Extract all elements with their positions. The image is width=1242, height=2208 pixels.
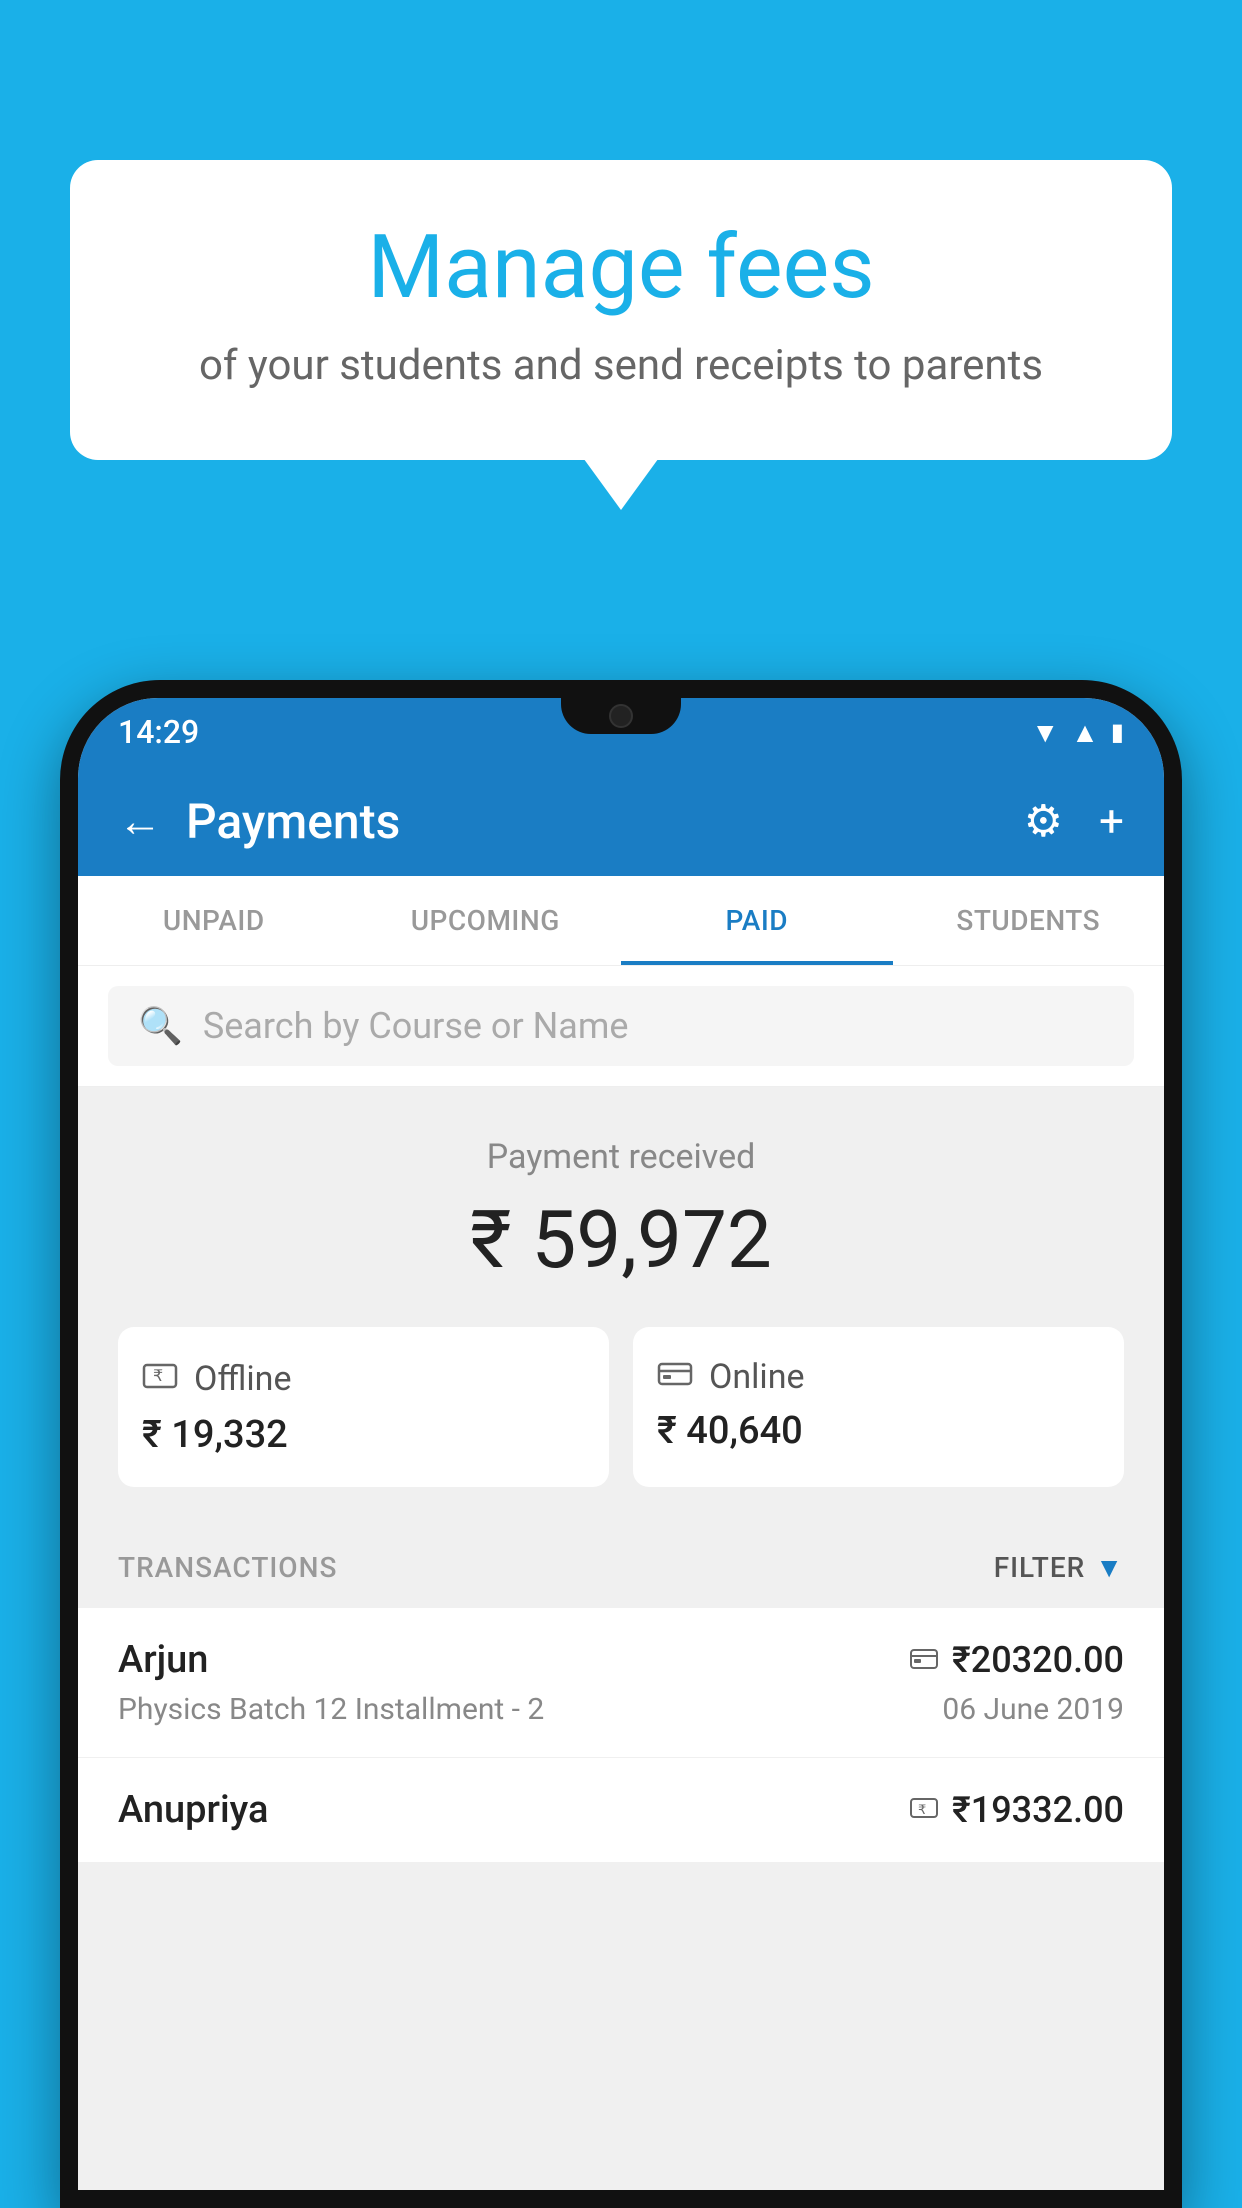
search-bar[interactable]: 🔍 Search by Course or Name [108, 986, 1134, 1066]
transaction-name-1: Arjun [118, 1638, 208, 1682]
search-container: 🔍 Search by Course or Name [78, 966, 1164, 1087]
online-amount: ₹ 40,640 [657, 1409, 1100, 1453]
signal-icon: ▲ [1071, 716, 1099, 749]
filter-button[interactable]: FILTER ▼ [994, 1551, 1124, 1584]
payment-received-label: Payment received [118, 1137, 1124, 1177]
payment-cards: ₹ Offline ₹ 19,332 [118, 1327, 1124, 1487]
bubble-title: Manage fees [150, 220, 1092, 317]
wifi-icon: ▼ [1031, 716, 1059, 749]
app-bar: ← Payments ⚙ + [78, 766, 1164, 876]
payment-summary: Payment received ₹ 59,972 ₹ [78, 1087, 1164, 1527]
transaction-amount-1: ₹20320.00 [952, 1639, 1124, 1681]
search-icon: 🔍 [138, 1005, 183, 1047]
settings-icon[interactable]: ⚙ [1024, 795, 1063, 847]
speech-bubble: Manage fees of your students and send re… [70, 160, 1172, 460]
transaction-name-2: Anupriya [118, 1788, 268, 1832]
transaction-date-1: 06 June 2019 [942, 1692, 1124, 1727]
filter-label: FILTER [994, 1551, 1086, 1584]
online-icon [657, 1358, 693, 1396]
transactions-label: TRANSACTIONS [118, 1551, 337, 1584]
tab-students[interactable]: STUDENTS [893, 876, 1165, 965]
offline-label: Offline [194, 1359, 291, 1399]
bubble-subtitle: of your students and send receipts to pa… [150, 341, 1092, 390]
transaction-detail-1: Physics Batch 12 Installment - 2 [118, 1692, 544, 1727]
add-icon[interactable]: + [1099, 795, 1124, 847]
transaction-bottom-1: Physics Batch 12 Installment - 2 06 June… [118, 1692, 1124, 1727]
online-card-header: Online [657, 1357, 1100, 1397]
tab-unpaid[interactable]: UNPAID [78, 876, 350, 965]
transaction-row-2: Anupriya ₹ ₹19332.00 [78, 1758, 1164, 1862]
app-bar-right: ⚙ + [1024, 795, 1124, 847]
background: Manage fees of your students and send re… [0, 0, 1242, 2208]
online-payment-icon-1 [910, 1643, 938, 1678]
offline-icon: ₹ [142, 1357, 178, 1401]
offline-payment-icon-2: ₹ [910, 1796, 938, 1824]
status-time: 14:29 [118, 713, 199, 751]
transactions-list: Arjun ₹20320.00 [78, 1608, 1164, 1862]
battery-icon: ▮ [1111, 718, 1124, 746]
tabs-bar: UNPAID UPCOMING PAID STUDENTS [78, 876, 1164, 966]
offline-payment-card: ₹ Offline ₹ 19,332 [118, 1327, 609, 1487]
filter-icon: ▼ [1095, 1551, 1124, 1584]
transaction-top-1: Arjun ₹20320.00 [118, 1638, 1124, 1682]
back-button[interactable]: ← [118, 799, 162, 843]
transaction-row: Arjun ₹20320.00 [78, 1608, 1164, 1758]
phone-screen: 14:29 ▼ ▲ ▮ ← Payments ⚙ + [78, 698, 1164, 2190]
status-icons: ▼ ▲ ▮ [1031, 716, 1124, 749]
transaction-partial-top-2: Anupriya ₹ ₹19332.00 [118, 1788, 1124, 1832]
offline-card-header: ₹ Offline [142, 1357, 585, 1401]
online-label: Online [709, 1357, 805, 1397]
app-bar-left: ← Payments [118, 793, 400, 850]
online-payment-card: Online ₹ 40,640 [633, 1327, 1124, 1487]
search-placeholder: Search by Course or Name [203, 1005, 629, 1047]
transaction-amount-container-2: ₹ ₹19332.00 [910, 1789, 1124, 1831]
payment-total-amount: ₹ 59,972 [118, 1193, 1124, 1287]
speech-bubble-container: Manage fees of your students and send re… [70, 160, 1172, 460]
app-bar-title: Payments [186, 793, 400, 850]
transaction-amount-container-1: ₹20320.00 [910, 1639, 1124, 1681]
svg-text:₹: ₹ [918, 1802, 926, 1817]
transaction-amount-2: ₹19332.00 [952, 1789, 1124, 1831]
transactions-header: TRANSACTIONS FILTER ▼ [78, 1527, 1164, 1608]
offline-amount: ₹ 19,332 [142, 1413, 585, 1457]
tab-paid[interactable]: PAID [621, 876, 893, 965]
phone-frame: 14:29 ▼ ▲ ▮ ← Payments ⚙ + [60, 680, 1182, 2208]
svg-text:₹: ₹ [153, 1368, 163, 1385]
tab-upcoming[interactable]: UPCOMING [350, 876, 622, 965]
